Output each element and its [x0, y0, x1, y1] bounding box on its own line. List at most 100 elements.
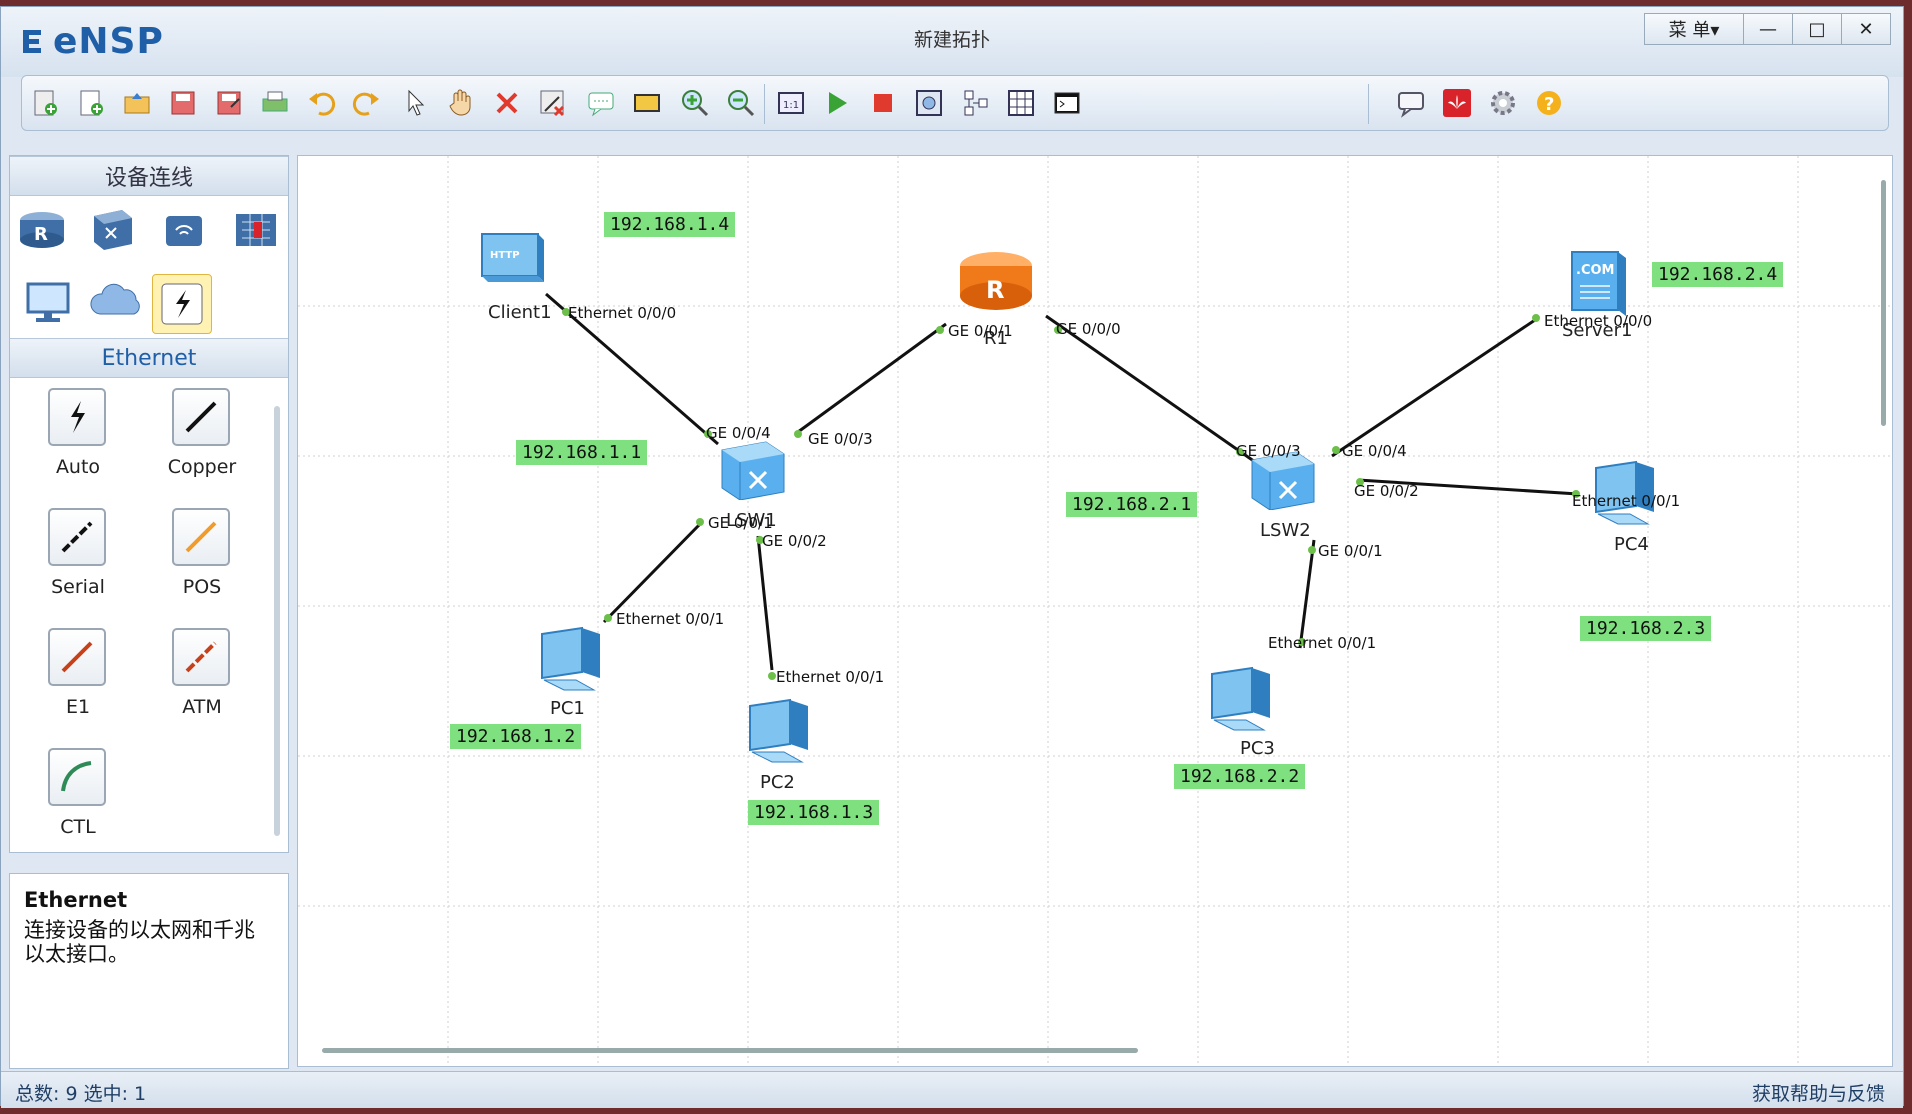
info-title: Ethernet: [24, 888, 128, 912]
pc-icon[interactable]: [1204, 662, 1278, 740]
ip-label: 192.168.1.4: [604, 212, 736, 237]
feedback-icon[interactable]: [1394, 86, 1428, 120]
cable-label: Serial: [51, 576, 105, 598]
switch-category-icon[interactable]: [84, 202, 140, 258]
ip-label: 192.168.1.1: [516, 440, 648, 465]
status-bar: 总数: 9 选中: 1 获取帮助与反馈: [1, 1071, 1903, 1108]
select-icon[interactable]: [398, 86, 432, 120]
main-menu-button[interactable]: 菜 单▾: [1644, 13, 1744, 45]
text-note-icon[interactable]: [584, 86, 618, 120]
cable-label: ATM: [182, 696, 222, 718]
port-label: GE 0/0/1: [948, 322, 1013, 340]
cable-label: Copper: [167, 456, 237, 478]
cable-atm[interactable]: ATM: [142, 628, 262, 738]
toolbar-separator: [1368, 84, 1369, 124]
cable-label: E1: [65, 696, 91, 718]
canvas-vertical-scrollbar[interactable]: [1881, 180, 1886, 426]
new-topology-icon[interactable]: [28, 86, 62, 120]
toolbar-separator: [764, 84, 765, 124]
grid-icon[interactable]: [1004, 86, 1038, 120]
ip-label: 192.168.2.2: [1174, 764, 1306, 789]
cable-list-scrollbar[interactable]: [274, 406, 280, 836]
port-label: Ethernet 0/0/1: [776, 668, 885, 686]
pos-cable-icon: [172, 508, 230, 566]
zoom-out-icon[interactable]: [724, 86, 758, 120]
pc-category-icon[interactable]: [20, 274, 76, 330]
save-as-icon[interactable]: [212, 86, 246, 120]
switch-icon[interactable]: [718, 436, 788, 504]
capture-icon[interactable]: [912, 86, 946, 120]
ip-label: 192.168.2.1: [1066, 492, 1198, 517]
delete-icon[interactable]: [490, 86, 524, 120]
cloud-category-icon[interactable]: [88, 274, 144, 330]
auto-cable-icon: [48, 388, 106, 446]
cable-copper[interactable]: Copper: [142, 388, 262, 498]
e1-cable-icon: [48, 628, 106, 686]
wireless-category-icon[interactable]: [156, 202, 212, 258]
router-category-icon[interactable]: R: [14, 202, 70, 258]
ip-label: 192.168.2.3: [1580, 616, 1712, 641]
devices-header: 设备连线: [10, 156, 288, 196]
palette-icon[interactable]: [630, 86, 664, 120]
node-label-pc3: PC3: [1240, 738, 1275, 759]
cable-pos[interactable]: POS: [142, 508, 262, 618]
new-blank-icon[interactable]: [74, 86, 108, 120]
save-icon[interactable]: [166, 86, 200, 120]
stop-device-icon[interactable]: [866, 86, 900, 120]
port-label: GE 0/0/2: [1354, 482, 1419, 500]
serial-cable-icon: [48, 508, 106, 566]
pc-icon[interactable]: [742, 694, 816, 772]
svg-text:R: R: [986, 276, 1004, 304]
help-feedback-link[interactable]: 获取帮助与反馈: [1752, 1079, 1885, 1106]
cable-e1[interactable]: E1: [18, 628, 138, 738]
window-title: 新建拓扑: [913, 29, 990, 51]
node-label-pc1: PC1: [550, 698, 585, 719]
port-label: GE 0/0/3: [808, 430, 873, 448]
port-label: Ethernet 0/0/1: [616, 610, 725, 628]
svg-text:?: ?: [1544, 94, 1554, 115]
cable-auto[interactable]: Auto: [18, 388, 138, 498]
cable-serial[interactable]: Serial: [18, 508, 138, 618]
svg-text:R: R: [34, 224, 48, 245]
delete-link-icon[interactable]: [536, 86, 570, 120]
start-device-icon[interactable]: [820, 86, 854, 120]
pan-hand-icon[interactable]: [444, 86, 478, 120]
huawei-icon[interactable]: [1440, 86, 1474, 120]
settings-icon[interactable]: [1486, 86, 1520, 120]
canvas-horizontal-scrollbar[interactable]: [322, 1048, 1138, 1053]
help-icon[interactable]: ?: [1532, 86, 1566, 120]
close-button[interactable]: ✕: [1841, 13, 1891, 45]
cable-label: POS: [182, 576, 222, 598]
ctl-cable-icon: [48, 748, 106, 806]
copper-cable-icon: [172, 388, 230, 446]
cable-ctl[interactable]: CTL: [18, 748, 138, 858]
server-icon[interactable]: .COM: [1566, 246, 1632, 322]
port-label: GE 0/0/1: [708, 514, 773, 532]
title-bar: eNSP 新建拓扑 菜 单▾ — □ ✕: [1, 7, 1903, 77]
open-icon[interactable]: [120, 86, 154, 120]
console-icon[interactable]: [1050, 86, 1084, 120]
svg-text:1:1: 1:1: [783, 100, 799, 111]
minimize-button[interactable]: —: [1743, 13, 1793, 45]
fit-view-icon[interactable]: 1:1: [774, 86, 808, 120]
atm-cable-icon: [172, 628, 230, 686]
port-label: Ethernet 0/0/0: [1544, 312, 1653, 330]
redo-icon[interactable]: [350, 86, 384, 120]
connection-category-icon[interactable]: [152, 274, 212, 334]
topology-canvas[interactable]: HTTP Client1 R R1 .COM Server1 LSW1 LSW2…: [297, 155, 1893, 1067]
print-icon[interactable]: [258, 86, 292, 120]
client-icon[interactable]: HTTP: [476, 230, 546, 296]
ensp-window: eNSP 新建拓扑 菜 单▾ — □ ✕ 1:1 ? 设备连线 R Ethern…: [0, 6, 1904, 1108]
info-panel: Ethernet 连接设备的以太网和千兆以太接口。: [9, 873, 289, 1069]
router-icon[interactable]: R: [958, 248, 1034, 320]
port-label: Ethernet 0/0/1: [1268, 634, 1377, 652]
window-controls: 菜 单▾ — □ ✕: [1644, 13, 1891, 45]
maximize-button[interactable]: □: [1792, 13, 1842, 45]
node-label-lsw2: LSW2: [1260, 520, 1311, 541]
topology-arrange-icon[interactable]: [958, 86, 992, 120]
undo-icon[interactable]: [304, 86, 338, 120]
firewall-category-icon[interactable]: [228, 202, 284, 258]
pc-icon[interactable]: [534, 622, 608, 700]
zoom-in-icon[interactable]: [678, 86, 712, 120]
ip-label: 192.168.1.3: [748, 800, 880, 825]
